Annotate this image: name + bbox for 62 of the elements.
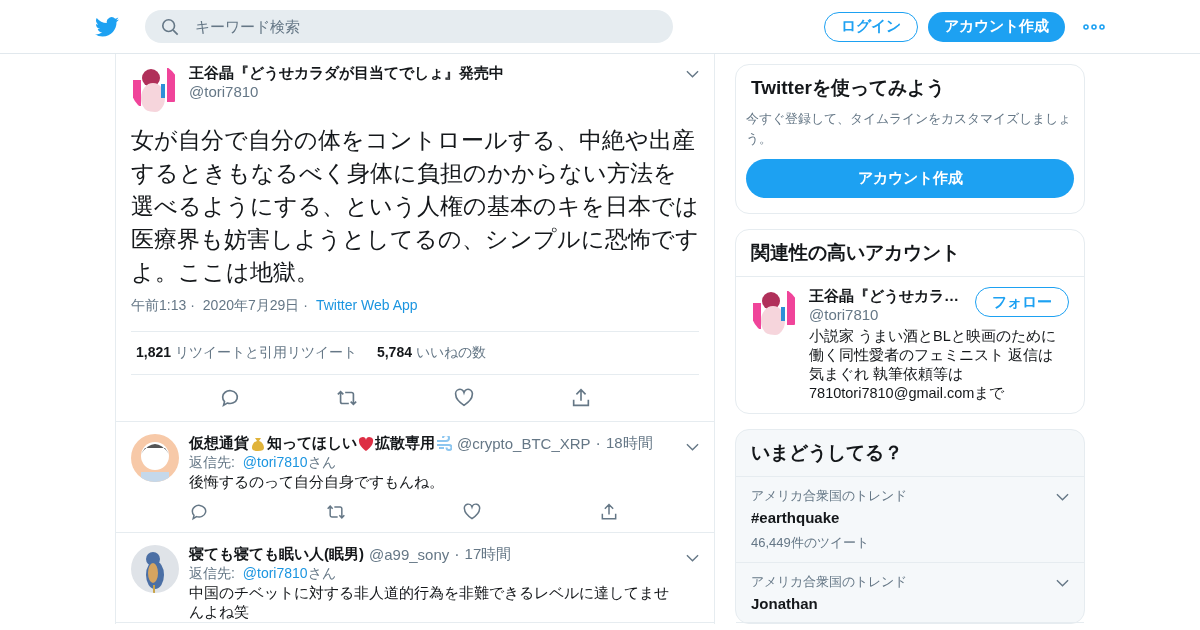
account-bio: 小説家 うまい酒とBLと映画のために 働く同性愛者のフェミニスト 返信は 気まぐれ 執筆依頼等は 7810tori7810@gmail.comまで [809,327,1057,403]
separator-dot: · [190,297,195,313]
card-title: いまどうしてる？ [736,430,1084,477]
tweet-date: 2020年7月29日 [202,297,300,313]
trend-context: アメリカ合衆国のトレンド [751,487,907,505]
card-title: 関連性の高いアカウント [736,230,1084,277]
card-title: Twitterを使ってみよう [751,76,946,100]
mention-link[interactable]: @tori7810 [242,565,308,581]
trend-topic: Jonathan [751,595,819,612]
like-icon[interactable] [452,387,475,409]
mention-link[interactable]: @tori7810 [242,454,308,470]
chevron-down-icon[interactable] [1056,579,1069,587]
reply-to-label: 返信先: [189,454,235,470]
author-handle[interactable]: @tori7810 [189,83,676,100]
chevron-down-icon[interactable] [686,442,699,451]
dash-icon [436,435,452,452]
chevron-down-icon[interactable] [686,553,699,562]
trend-context: アメリカ合衆国のトレンド [751,573,907,591]
reply-icon[interactable] [189,502,209,522]
tweet-time: 午前1:13 [131,297,187,313]
money-bag-icon [250,435,266,452]
more-icon[interactable] [1083,23,1105,30]
author-handle[interactable]: @crypto_BTC_XRP [457,435,591,452]
chevron-down-icon[interactable] [1056,493,1069,501]
author-name[interactable]: 王谷晶『どうせカラダが目当てでしょ』発売中 [189,64,676,83]
separator-dot: · [454,545,460,564]
like-icon[interactable] [462,502,483,522]
trend-item[interactable]: アメリカ合衆国のトレンド Jonathan [736,563,1084,623]
reply-to-label: 返信先: [189,565,235,581]
source-link[interactable]: Twitter Web App [315,297,418,313]
author-name[interactable]: 拡散専用 [375,434,435,453]
signup-text: 今すぐ登録して、タイムラインをカスタマイズしましょう。 [746,110,1072,148]
honorific: さん [307,565,336,581]
reply-text: 後悔するのって自分自身ですもんね。 [189,473,445,492]
separator-dot: · [303,297,308,313]
chevron-down-icon[interactable] [686,70,699,78]
heart-icon [358,435,374,452]
reply-text: 中国のチベットに対する非人道的行為を非難できるレベルに達してませんよね笑 [189,584,670,622]
retweet-count[interactable]: 1,821 リツイートと引用リツイート [136,344,357,362]
retweet-icon[interactable] [325,502,346,522]
honorific: さん [307,454,336,470]
author-name[interactable]: 寝ても寝ても眠い人(眠男) [189,545,364,564]
reply-age[interactable]: 17時間 [464,545,512,564]
tweet-text: 女が自分で自分の体をコントロールする、中絶や出産するときもなるべく身体に負担のかからない方法を選べるようにする、という人権の基本のキを日本では医療界も妨害しようとしてるの、シンプルに恐怖ですよ。ここは地獄。 [131,126,699,287]
like-count[interactable]: 5,784 いいねの数 [376,344,486,362]
author-handle[interactable]: @a99_sony [369,546,450,563]
search-field[interactable]: キーワード検索 [145,10,673,43]
author-name[interactable]: 仮想通貨 [189,434,249,453]
signup-button[interactable]: アカウント作成 [928,11,1065,42]
login-button[interactable]: ログイン [824,11,918,42]
account-handle[interactable]: @tori7810 [809,306,975,323]
author-name[interactable]: 知ってほしい [267,434,357,453]
account-name[interactable]: 王谷晶『どうせカラ… [809,287,975,306]
trend-item[interactable]: アメリカ合衆国のトレンド #earthquake 46,449件のツイート [736,477,1084,563]
separator-dot: · [595,434,601,453]
trend-count: 46,449件のツイート [751,534,870,552]
signup-button[interactable]: アカウント作成 [746,159,1074,198]
search-icon [161,18,179,36]
follow-button[interactable]: フォロー [975,287,1069,317]
bird-logo-icon[interactable] [95,16,119,37]
reply-age[interactable]: 18時間 [605,434,653,453]
trend-topic: #earthquake [751,509,841,526]
